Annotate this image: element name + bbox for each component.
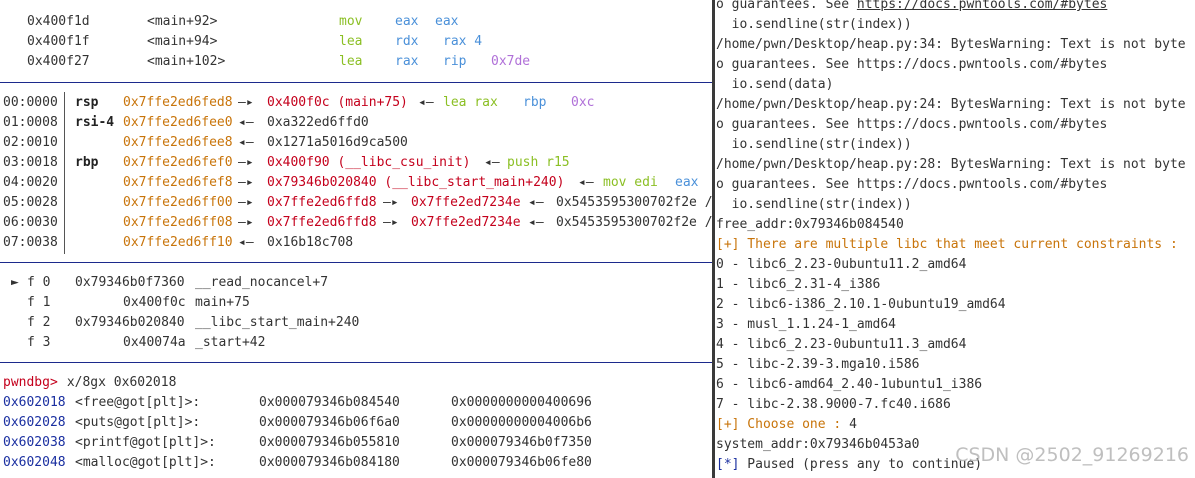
output-line: [*] Paused (press any to continue) [716,457,983,472]
output-line: io.sendline(str(index)) [716,197,912,212]
output-line: system_addr:0x79346b0453a0 [716,437,920,452]
backtrace-frame: f 2 0x79346b020840 __libc_start_main+240 [27,315,360,330]
disasm-line: 0x400f1f <main+94> lea rdx rax 4 [27,34,483,49]
docs-link[interactable]: https://docs.pwntools.com/#bytes [857,0,1107,12]
output-line: io.sendline(str(index)) [716,137,912,152]
backtrace-frame: f 1 0x400f0c main+75 [27,295,250,310]
current-frame-marker-icon: ► [11,275,19,290]
stack-line: 06:0030 0x7ffe2ed6ff08 —▸ 0x7ffe2ed6ffd8… [3,215,712,230]
output-line: [+] There are multiple libc that meet cu… [716,237,1178,252]
output-line: io.send(data) [716,77,834,92]
stack-line: 05:0028 0x7ffe2ed6ff00 —▸ 0x7ffe2ed6ffd8… [3,195,712,210]
output-line: o guarantees. See https://docs.pwntools.… [716,57,1108,72]
backtrace-frame: f 3 0x40074a _start+42 [27,335,266,350]
output-line: 5 - libc-2.39-3.mga10.i586 [716,357,920,372]
stack-line: 07:0038 0x7ffe2ed6ff10 ◂— 0x16b18c708 [3,235,354,250]
output-line: o guarantees. See https://docs.pwntools.… [716,0,1107,15]
memory-dump-line: 0x602028 <puts@got[plt]>: 0x000079346b06… [3,415,592,430]
output-line: 7 - libc-2.38.9000-7.fc40.i686 [716,397,951,412]
terminal-window: 0x400f1d <main+92> mov eax eax 0x400f1f … [0,0,1195,478]
output-line: 3 - musl_1.1.24-1_amd64 [716,317,897,332]
exploit-output-pane[interactable]: o guarantees. See https://docs.pwntools.… [715,0,1195,478]
output-line: /home/pwn/Desktop/heap.py:24: BytesWarni… [716,97,1186,112]
disasm-line: 0x400f27 <main+102> lea rax rip 0x7de [27,54,531,69]
section-divider [0,82,712,83]
output-line: o guarantees. See https://docs.pwntools.… [716,177,1108,192]
output-line: 2 - libc6-i386_2.10.1-0ubuntu19_amd64 [716,297,1006,312]
stack-offset-divider [64,92,65,254]
output-line: free_addr:0x79346b084540 [716,217,904,232]
memory-dump-line: 0x602048 <malloc@got[plt]>: 0x000079346b… [3,455,592,470]
output-line: /home/pwn/Desktop/heap.py:34: BytesWarni… [716,37,1186,52]
output-line: io.sendline(str(index)) [716,17,912,32]
stack-line: 02:0010 0x7ffe2ed6fee8 ◂— 0x1271a5016d9c… [3,135,408,150]
pwndbg-prompt[interactable]: pwndbg> x/8gx 0x602018 [0,373,176,393]
backtrace-frame: ► f 0 0x79346b0f7360 __read_nocancel+7 [0,273,328,293]
output-line: 0 - libc6_2.23-0ubuntu11.2_amd64 [716,257,967,272]
output-line: [+] Choose one : 4 [716,417,857,432]
output-line: 4 - libc6_2.23-0ubuntu11.3_amd64 [716,337,967,352]
section-divider [0,262,712,263]
section-divider [0,362,712,363]
memory-dump-line: 0x602018 <free@got[plt]>: 0x000079346b08… [3,395,592,410]
watermark: CSDN @2502_91269216 [955,444,1189,466]
pwndbg-pane[interactable]: 0x400f1d <main+92> mov eax eax 0x400f1f … [0,0,712,478]
stack-line: 00:0000 rsp 0x7ffe2ed6fed8 —▸ 0x400f0c (… [3,95,595,110]
output-line: 6 - libc6-amd64_2.40-1ubuntu1_i386 [716,377,983,392]
stack-line: 01:0008 rsi-4 0x7ffe2ed6fee0 ◂— 0xa322ed… [3,115,369,130]
disasm-line: 0x400f1d <main+92> mov eax eax [27,14,459,29]
stack-line: 04:0020 0x7ffe2ed6fef8 —▸ 0x79346b020840… [3,175,699,190]
output-line: /home/pwn/Desktop/heap.py:28: BytesWarni… [716,157,1186,172]
stack-line: 03:0018 rbp 0x7ffe2ed6fef0 —▸ 0x400f90 (… [3,155,570,170]
memory-dump-line: 0x602038 <printf@got[plt]>: 0x000079346b… [3,435,592,450]
output-line: o guarantees. See https://docs.pwntools.… [716,117,1108,132]
output-line: 1 - libc6_2.31-4_i386 [716,277,881,292]
